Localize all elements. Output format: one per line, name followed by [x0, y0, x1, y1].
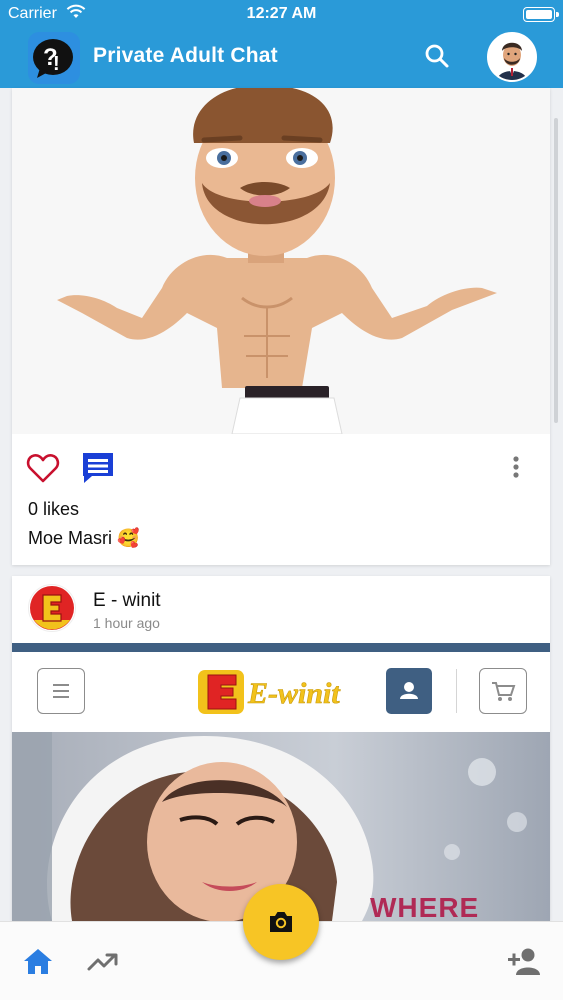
- hero-text: WHERE: [370, 892, 480, 921]
- post-caption: Moe Masri 🥰: [28, 528, 140, 548]
- post-card: E - winit 1 hour ago E-winit WHERE: [12, 576, 550, 921]
- menu-icon: [37, 668, 85, 714]
- post-image[interactable]: [12, 88, 550, 434]
- cart-icon: [479, 668, 527, 714]
- profile-avatar[interactable]: [487, 32, 537, 82]
- author-name[interactable]: E - winit: [93, 590, 161, 612]
- site-header-bar: [12, 643, 550, 652]
- scroll-indicator: [554, 118, 558, 423]
- divider: [456, 669, 457, 713]
- svg-text:!: !: [53, 53, 60, 75]
- home-icon[interactable]: [22, 946, 54, 976]
- ewinit-logo: E-winit: [196, 666, 358, 718]
- likes-count[interactable]: 0 likes: [28, 499, 79, 520]
- person-add-icon[interactable]: [505, 944, 543, 978]
- app-bar: ? ! Private Adult Chat: [0, 30, 563, 88]
- author-avatar[interactable]: [28, 584, 76, 632]
- user-icon: [386, 668, 432, 714]
- camera-button[interactable]: [243, 884, 319, 960]
- search-icon[interactable]: [422, 41, 452, 71]
- post-image[interactable]: E-winit WHERE: [12, 643, 550, 921]
- clock: 12:27 AM: [246, 5, 317, 22]
- status-bar: Carrier 12:27 AM: [0, 0, 563, 30]
- app-title: Private Adult Chat: [93, 44, 278, 67]
- post-timestamp: 1 hour ago: [93, 615, 160, 631]
- battery-icon: [523, 7, 559, 22]
- question-bubble-icon: ? !: [28, 32, 80, 84]
- comment-icon[interactable]: [80, 450, 116, 486]
- more-vertical-icon[interactable]: [506, 454, 526, 482]
- trending-up-icon[interactable]: [86, 946, 120, 976]
- camera-icon: [270, 912, 292, 932]
- logo-text: E-winit: [247, 677, 341, 710]
- heart-outline-icon[interactable]: [26, 452, 60, 484]
- post-card: 0 likes Moe Masri 🥰: [12, 88, 550, 565]
